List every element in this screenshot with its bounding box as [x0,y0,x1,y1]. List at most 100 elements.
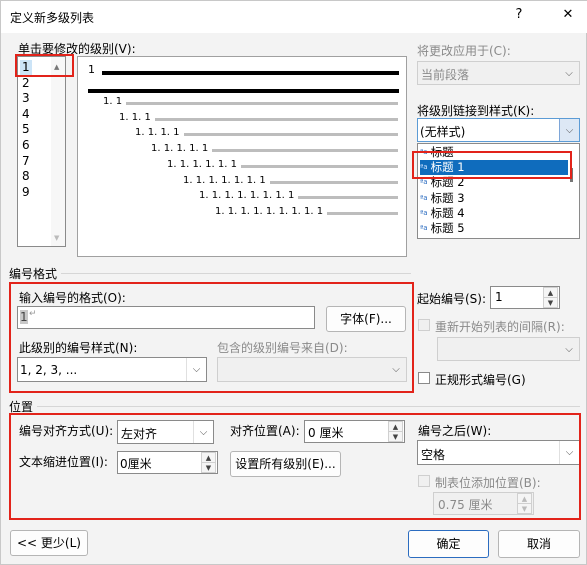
paragraph-mark-icon: ↵ [29,309,37,319]
level-list-item[interactable]: 8 [22,169,30,184]
link-style-label: 将级别链接到样式(K): [417,104,535,118]
preview-number: 1. 1. 1. 1. 1. 1. 1. 1 [199,190,295,202]
level-list-label: 单击要修改的级别(V): [18,42,136,56]
level-list-item[interactable]: 9 [22,185,30,200]
level-scrollbar[interactable]: ▲ ▼ [51,57,65,246]
paragraph-style-icon: ªa [420,193,428,202]
preview-line [270,180,398,184]
section-divider [37,406,580,407]
close-button[interactable]: ✕ [558,7,578,22]
spin-down-icon[interactable]: ▼ [543,297,558,308]
indent-input[interactable]: 0厘米 ▲ ▼ [117,451,218,474]
style-list-item-label: 标题 2 [430,175,465,190]
less-button[interactable]: << 更少(L) [10,530,88,556]
indent-label: 文本缩进位置(I): [19,455,108,469]
preview-bold-line [88,89,399,93]
section-divider [61,273,411,274]
cancel-button[interactable]: 取消 [498,530,580,558]
tab-stop-value: 0.75 厘米 [438,498,493,512]
style-list-item[interactable]: ªa 标题 4 [420,206,568,221]
follow-number-value: 空格 [421,448,446,462]
chevron-down-icon[interactable]: ⌵ [559,119,579,141]
preview-number: 1. 1. 1. 1 [135,127,180,139]
include-level-select: ⌵ [217,357,407,382]
preview-line [241,164,398,168]
tab-stop-label: 制表位添加位置(B): [435,476,541,490]
number-format-section-title: 编号格式 [9,267,58,281]
restart-label: 重新开始列表的间隔(R): [435,320,565,334]
style-list-item[interactable]: ªa 标题 2 [420,175,568,190]
help-button[interactable]: ? [509,7,529,22]
level-list-item[interactable]: 4 [22,107,30,122]
preview-bold-line [102,71,399,75]
start-at-label: 起始编号(S): [417,292,487,306]
set-all-levels-button[interactable]: 设置所有级别(E)... [230,451,341,477]
start-at-input[interactable]: 1 ▲ ▼ [490,286,560,309]
link-style-value: (无样式) [420,125,466,139]
style-list-item[interactable]: ªa 标题 5 [420,221,568,236]
spin-down-icon[interactable]: ▼ [201,462,216,473]
aligned-at-value: 0 厘米 [308,426,344,440]
include-level-label: 包含的级别编号来自(D): [217,341,348,355]
level-list-item[interactable]: 3 [22,91,30,106]
link-style-list[interactable]: ªa 标题 ªa 标题 1 ªa 标题 2 ªa 标题 3 ªa 标题 4 ªa 标题 5 [417,143,580,239]
ok-button[interactable]: 确定 [408,530,489,558]
preview-number: 1. 1. 1. 1. 1. 1 [167,158,237,170]
link-style-input[interactable]: (无样式) ⌵ [417,118,580,142]
preview-number: 1. 1. 1. 1. 1. 1. 1 [183,174,266,186]
style-list-scroll-thumb[interactable] [570,168,573,182]
title-bar: 定义新多级列表 ? ✕ [1,1,587,33]
scroll-up-icon[interactable]: ▲ [54,63,59,71]
tab-stop-input: 0.75 厘米 ▲ ▼ [433,492,534,515]
level-list[interactable]: 123456789 ▲ ▼ [17,56,66,247]
apply-to-select: 当前段落 ⌵ [417,61,580,85]
indent-value: 0厘米 [120,457,152,471]
alignment-select[interactable]: 左对齐 ⌵ [117,420,214,444]
font-button[interactable]: 字体(F)... [326,306,406,332]
style-list-item-label: 标题 4 [430,205,465,220]
style-list-item[interactable]: ªa 标题 1 [420,160,568,176]
format-input[interactable]: 1 ↵ [17,306,315,329]
preview-number: 1. 1. 1. 1. 1 [151,143,209,155]
chevron-down-icon[interactable]: ⌵ [186,358,206,381]
dialog-title: 定义新多级列表 [10,11,95,25]
spin-down-icon: ▼ [517,503,532,514]
paragraph-style-icon: ªa [420,178,428,187]
preview-line [184,133,398,137]
style-list-item-label: 标题 1 [430,160,465,175]
start-at-value: 1 [495,290,503,304]
style-list-item[interactable]: ªa 标题 3 [420,191,568,206]
spin-down-icon[interactable]: ▼ [388,431,403,442]
level-list-item[interactable]: 2 [22,76,30,91]
paragraph-style-icon: ªa [420,208,428,217]
legal-numbering-label: 正规形式编号(G) [435,373,526,387]
level-list-item[interactable]: 1 [20,60,32,75]
scroll-down-icon[interactable]: ▼ [54,234,59,242]
style-list-item[interactable]: ªa 标题 [420,145,568,160]
preview-number: 1. 1. 1. 1. 1. 1. 1. 1. 1 [215,205,324,217]
preview-line [155,117,398,121]
legal-numbering-checkbox[interactable] [418,372,430,384]
level-list-item[interactable]: 6 [22,138,30,153]
chevron-down-icon[interactable]: ⌵ [193,421,213,443]
preview-number: 1. 1 [103,96,123,107]
paragraph-style-icon: ªa [420,148,428,156]
follow-number-select[interactable]: 空格 ⌵ [417,440,580,465]
restart-checkbox [418,319,430,331]
aligned-at-input[interactable]: 0 厘米 ▲ ▼ [304,420,405,443]
preview-top-number: 1 [88,63,95,76]
restart-select: ⌵ [437,337,580,361]
level-list-item[interactable]: 7 [22,154,30,169]
preview-line [298,196,398,200]
tab-stop-checkbox [418,475,430,487]
position-section-title: 位置 [9,400,34,414]
aligned-at-label: 对齐位置(A): [230,424,300,438]
chevron-down-icon: ⌵ [392,364,400,375]
number-style-select[interactable]: 1, 2, 3, ... ⌵ [17,357,207,382]
chevron-down-icon[interactable]: ⌵ [559,441,579,464]
follow-number-label: 编号之后(W): [418,424,492,438]
preview-line [327,211,398,215]
number-style-label: 此级别的编号样式(N): [19,341,138,355]
chevron-down-icon: ⌵ [565,343,573,355]
level-list-item[interactable]: 5 [22,122,30,137]
